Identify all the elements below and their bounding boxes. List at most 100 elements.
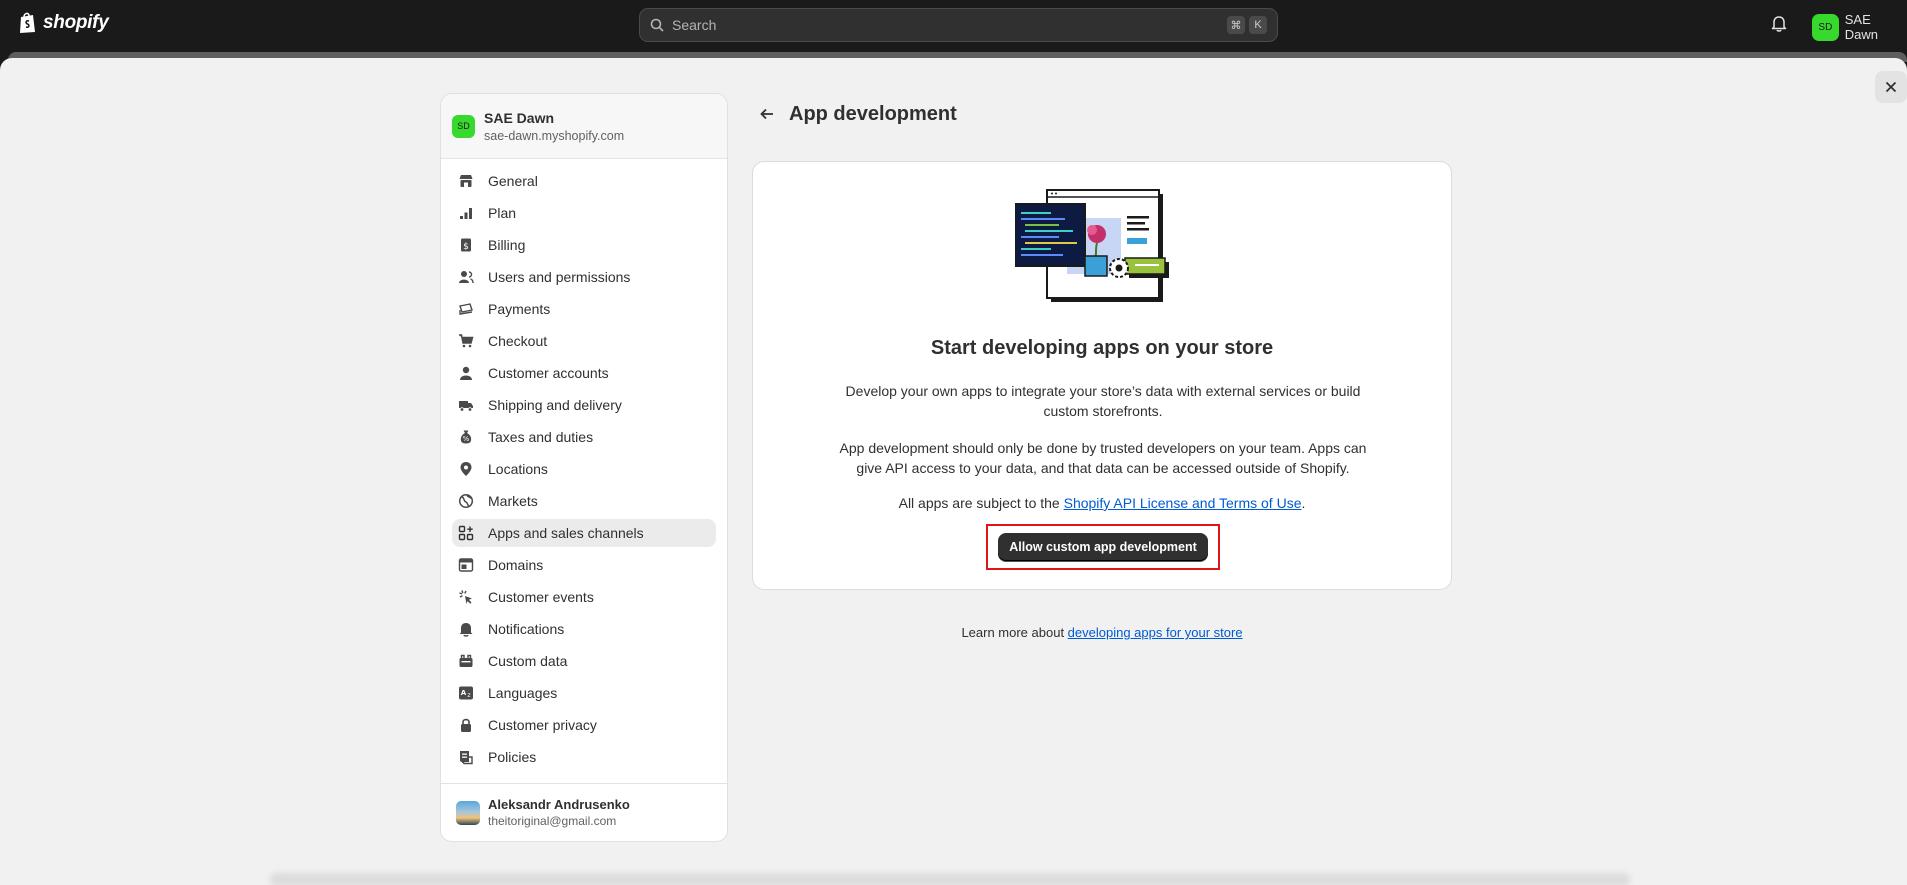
learn-more-prefix: Learn more about xyxy=(961,625,1068,640)
sidebar-item-label: Customer privacy xyxy=(488,717,597,733)
sidebar-item-customer-accounts[interactable]: Customer accounts xyxy=(452,359,716,387)
search-icon xyxy=(650,18,664,32)
sidebar-item-general[interactable]: General xyxy=(452,167,716,195)
sidebar-item-policies[interactable]: Policies xyxy=(452,743,716,771)
terms-suffix: . xyxy=(1301,495,1306,511)
svg-text:A: A xyxy=(461,689,467,697)
sidebar-item-checkout[interactable]: Checkout xyxy=(452,327,716,355)
search-input[interactable] xyxy=(672,17,1172,33)
page-header: App development xyxy=(755,102,957,126)
app-development-illustration xyxy=(1015,189,1169,302)
account-name: SAE Dawn xyxy=(1844,12,1878,42)
sidebar-item-label: Policies xyxy=(488,749,537,765)
sidebar-item-label: Users and permissions xyxy=(488,269,631,285)
payments-icon xyxy=(458,301,474,317)
truck-icon xyxy=(458,397,474,413)
users-icon xyxy=(458,269,474,285)
sidebar-item-locations[interactable]: Locations xyxy=(452,455,716,483)
current-user[interactable]: Aleksandr Andrusenko theitoriginal@gmail… xyxy=(441,783,727,841)
tax-icon: % xyxy=(458,429,474,445)
card-title: Start developing apps on your store xyxy=(930,337,1274,359)
plan-icon xyxy=(458,205,474,221)
sidebar-item-label: Shipping and delivery xyxy=(488,397,622,413)
sidebar-item-label: Notifications xyxy=(488,621,565,637)
app-development-card: Start developing apps on your store Deve… xyxy=(752,161,1452,590)
page-title: App development xyxy=(789,102,957,125)
terms-notice: All apps are subject to the Shopify API … xyxy=(753,495,1451,511)
language-icon: Az xyxy=(458,685,474,701)
sidebar-item-label: Markets xyxy=(488,493,538,509)
arrow-left-icon xyxy=(760,108,773,120)
cart-icon xyxy=(458,333,474,349)
sidebar-item-customer-events[interactable]: Customer events xyxy=(452,583,716,611)
sidebar-item-custom-data[interactable]: Custom data xyxy=(452,647,716,675)
api-terms-link[interactable]: Shopify API License and Terms of Use xyxy=(1064,495,1302,511)
terms-prefix: All apps are subject to the xyxy=(898,495,1064,511)
avatar: SD xyxy=(1812,13,1839,41)
bottom-shadow xyxy=(270,873,1630,885)
back-button[interactable] xyxy=(755,102,779,126)
k-key: K xyxy=(1249,16,1267,34)
close-icon xyxy=(1885,81,1897,93)
sidebar-item-label: Locations xyxy=(488,461,548,477)
sidebar-item-label: Domains xyxy=(488,557,544,573)
svg-text:z: z xyxy=(467,692,470,699)
sidebar-item-shipping[interactable]: Shipping and delivery xyxy=(452,391,716,419)
svg-text:$: $ xyxy=(463,242,469,252)
bell-icon xyxy=(458,621,474,637)
sidebar-item-label: Checkout xyxy=(488,333,548,349)
globe-icon xyxy=(458,493,474,509)
sidebar-item-users[interactable]: Users and permissions xyxy=(452,263,716,291)
card-description: Develop your own apps to integrate your … xyxy=(845,383,1361,419)
domains-icon xyxy=(458,557,474,573)
settings-nav: General Plan $ Billing Users and permiss… xyxy=(441,159,727,771)
developing-apps-link[interactable]: developing apps for your store xyxy=(1068,625,1243,640)
sidebar-item-taxes[interactable]: % Taxes and duties xyxy=(452,423,716,451)
sidebar-item-billing[interactable]: $ Billing xyxy=(452,231,716,259)
billing-icon: $ xyxy=(458,237,474,253)
sidebar-item-customer-privacy[interactable]: Customer privacy xyxy=(452,711,716,739)
sidebar-item-plan[interactable]: Plan xyxy=(452,199,716,227)
sidebar-item-payments[interactable]: Payments xyxy=(452,295,716,323)
sidebar-item-label: Customer accounts xyxy=(488,365,609,381)
sidebar-item-label: Payments xyxy=(488,301,551,317)
highlight-box: Allow custom app development xyxy=(986,524,1220,570)
account-menu[interactable]: SD SAE Dawn xyxy=(1812,12,1907,42)
sidebar-item-notifications[interactable]: Notifications xyxy=(452,615,716,643)
notifications-bell-icon[interactable] xyxy=(1771,15,1787,37)
store-name: SAE Dawn xyxy=(484,109,555,126)
user-avatar xyxy=(456,800,480,825)
svg-text:%: % xyxy=(463,435,470,443)
sidebar-item-label: Languages xyxy=(488,685,558,701)
sidebar-item-label: Customer events xyxy=(488,589,594,605)
user-email: theitoriginal@gmail.com xyxy=(488,814,617,828)
sidebar-item-label: General xyxy=(488,173,538,189)
user-name: Aleksandr Andrusenko xyxy=(488,797,630,812)
policies-icon xyxy=(458,749,474,765)
shopify-logo[interactable]: shopify xyxy=(18,12,109,34)
shopify-bag-icon xyxy=(20,12,35,33)
person-icon xyxy=(458,365,474,381)
search-bar[interactable]: ⌘ K xyxy=(639,8,1278,42)
store-icon xyxy=(458,173,474,189)
top-bar: shopify ⌘ K SD SAE Dawn xyxy=(0,0,1907,52)
settings-sheet: SD SAE Dawn sae-dawn.myshopify.com Gener… xyxy=(0,58,1907,885)
store-url: sae-dawn.myshopify.com xyxy=(484,128,625,143)
logo-text: shopify xyxy=(43,12,109,33)
sidebar-item-domains[interactable]: Domains xyxy=(452,551,716,579)
close-settings-button[interactable] xyxy=(1875,71,1907,103)
lock-icon xyxy=(458,717,474,733)
store-header[interactable]: SD SAE Dawn sae-dawn.myshopify.com xyxy=(441,94,727,159)
apps-icon xyxy=(458,525,474,541)
sidebar-item-label: Taxes and duties xyxy=(488,429,594,445)
location-icon xyxy=(458,461,474,477)
store-avatar: SD xyxy=(452,114,475,138)
sidebar-item-apps[interactable]: Apps and sales channels xyxy=(452,519,716,547)
sidebar-item-label: Apps and sales channels xyxy=(488,525,644,541)
allow-custom-app-development-button[interactable]: Allow custom app development xyxy=(998,533,1208,561)
cursor-icon xyxy=(458,589,474,605)
sidebar-item-label: Plan xyxy=(488,205,517,221)
sidebar-item-languages[interactable]: Az Languages xyxy=(452,679,716,707)
cmd-key: ⌘ xyxy=(1227,16,1245,34)
sidebar-item-markets[interactable]: Markets xyxy=(452,487,716,515)
